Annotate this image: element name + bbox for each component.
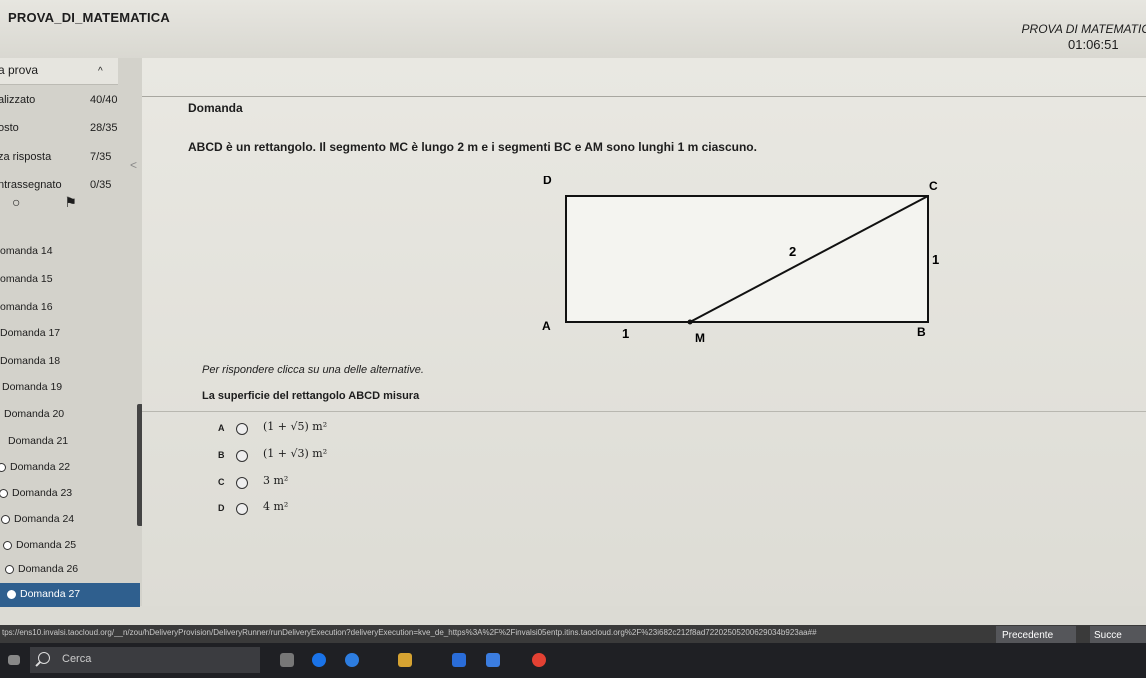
stat-row: osto 28/35 [0, 122, 123, 134]
store-icon[interactable] [452, 653, 466, 667]
timer: 01:06:51 [1068, 37, 1119, 52]
question-item[interactable]: omanda 16 [0, 296, 140, 320]
question-item[interactable]: Domanda 19 [0, 376, 140, 400]
option-d[interactable]: D 4 m² [218, 498, 458, 520]
rectangle-figure: D C A B M 2 1 1 [542, 176, 939, 345]
header: PROVA_DI_MATEMATICA PROVA DI MATEMATIC 0… [0, 0, 1146, 60]
length-mc: 2 [789, 244, 796, 259]
option-c[interactable]: C 3 m² [218, 472, 458, 494]
section-label: a prova [0, 63, 39, 77]
question-item[interactable]: Domanda 24 [0, 508, 140, 532]
radio-button[interactable] [236, 423, 248, 435]
rectangle-abcd [565, 195, 929, 323]
section-toggle[interactable]: a prova ^ [0, 58, 118, 85]
question-item[interactable]: Domanda 21 [0, 430, 140, 454]
radio-button[interactable] [236, 477, 248, 489]
option-letter: D [218, 503, 225, 513]
option-text: 3 m² [263, 474, 289, 487]
option-text: 4 m² [263, 500, 289, 513]
length-am: 1 [622, 326, 629, 341]
question-text: ABCD è un rettangolo. Il segmento MC è l… [188, 140, 757, 154]
label-b: B [917, 325, 926, 339]
chrome-icon[interactable] [532, 653, 546, 667]
point-m [687, 319, 693, 325]
question-item[interactable]: Domanda 20 [0, 403, 140, 427]
question-item[interactable]: Domanda 22 [0, 456, 140, 480]
taskbar: Cerca [0, 643, 1146, 678]
task-view-icon[interactable] [8, 655, 20, 665]
question-item[interactable]: omanda 15 [0, 268, 140, 292]
sidebar-tools: ○ ⚑ [12, 194, 77, 211]
status-dot [0, 463, 6, 472]
stat-label: za risposta [0, 151, 52, 163]
radio-button[interactable] [236, 450, 248, 462]
stat-row: za risposta 7/35 [0, 151, 123, 163]
search-icon [38, 652, 50, 664]
browser-icon[interactable] [345, 653, 359, 667]
status-url-bar: tps://ens10.invalsi.taocloud.org/__n/zou… [0, 625, 1146, 643]
option-letter: B [218, 450, 225, 460]
label-a: A [542, 319, 551, 333]
label-d: D [543, 176, 552, 187]
search-placeholder: Cerca [62, 653, 92, 665]
stat-row: alizzato 40/40 [0, 94, 123, 106]
stat-label: alizzato [0, 94, 36, 106]
question-title: Domanda [188, 101, 243, 115]
option-text: (1 + √5) m² [263, 420, 328, 433]
stat-value: 28/35 [90, 122, 118, 134]
folder-icon[interactable] [398, 653, 412, 667]
question-prompt: La superficie del rettangolo ABCD misura [202, 390, 420, 402]
search-input[interactable]: Cerca [30, 647, 260, 673]
stat-row: ntrassegnato 0/35 [0, 179, 123, 191]
question-item[interactable]: Domanda 26 [0, 558, 140, 582]
flag-icon[interactable]: ⚑ [64, 194, 77, 210]
option-letter: C [218, 477, 225, 487]
label-c: C [929, 179, 938, 193]
sidebar: a prova ^ alizzato 40/40 osto 28/35 za r… [0, 58, 143, 607]
label-m: M [695, 331, 705, 345]
question-item[interactable]: Domanda 18 [0, 350, 140, 374]
radio-button[interactable] [236, 503, 248, 515]
question-item[interactable]: Domanda 23 [0, 482, 140, 506]
status-dot [7, 590, 16, 599]
chevron-up-icon: ^ [98, 66, 103, 77]
length-bc: 1 [932, 252, 939, 267]
instruction-text: Per rispondere clicca su una delle alter… [202, 364, 424, 376]
url-text: tps://ens10.invalsi.taocloud.org/__n/zou… [2, 628, 817, 637]
status-dot [5, 565, 14, 574]
stat-label: osto [0, 122, 19, 134]
status-dot [1, 515, 10, 524]
option-letter: A [218, 423, 225, 433]
stat-value: 40/40 [90, 94, 118, 106]
divider [142, 411, 1146, 412]
status-dot [0, 489, 8, 498]
edge-icon[interactable] [312, 653, 326, 667]
divider [142, 96, 1146, 97]
question-item[interactable]: omanda 14 [0, 240, 140, 264]
stat-value: 0/35 [90, 179, 112, 191]
option-text: (1 + √3) m² [263, 447, 328, 460]
exam-name: PROVA DI MATEMATIC [1021, 22, 1146, 36]
circle-icon[interactable]: ○ [12, 194, 20, 210]
option-b[interactable]: B (1 + √3) m² [218, 445, 458, 467]
stat-label: ntrassegnato [0, 179, 62, 191]
question-item[interactable]: Domanda 17 [0, 322, 140, 346]
app-icon[interactable] [486, 653, 500, 667]
collapse-icon[interactable]: < [130, 158, 137, 172]
question-item[interactable]: Domanda 25 [0, 534, 140, 558]
task-switch-icon[interactable] [280, 653, 294, 667]
option-a[interactable]: A (1 + √5) m² [218, 418, 458, 440]
status-dot [3, 541, 12, 550]
question-panel: Domanda ABCD è un rettangolo. Il segment… [142, 58, 1146, 606]
app-title: PROVA_DI_MATEMATICA [8, 10, 170, 25]
question-item-current[interactable]: Domanda 27 [0, 583, 140, 607]
stat-value: 7/35 [90, 151, 112, 163]
